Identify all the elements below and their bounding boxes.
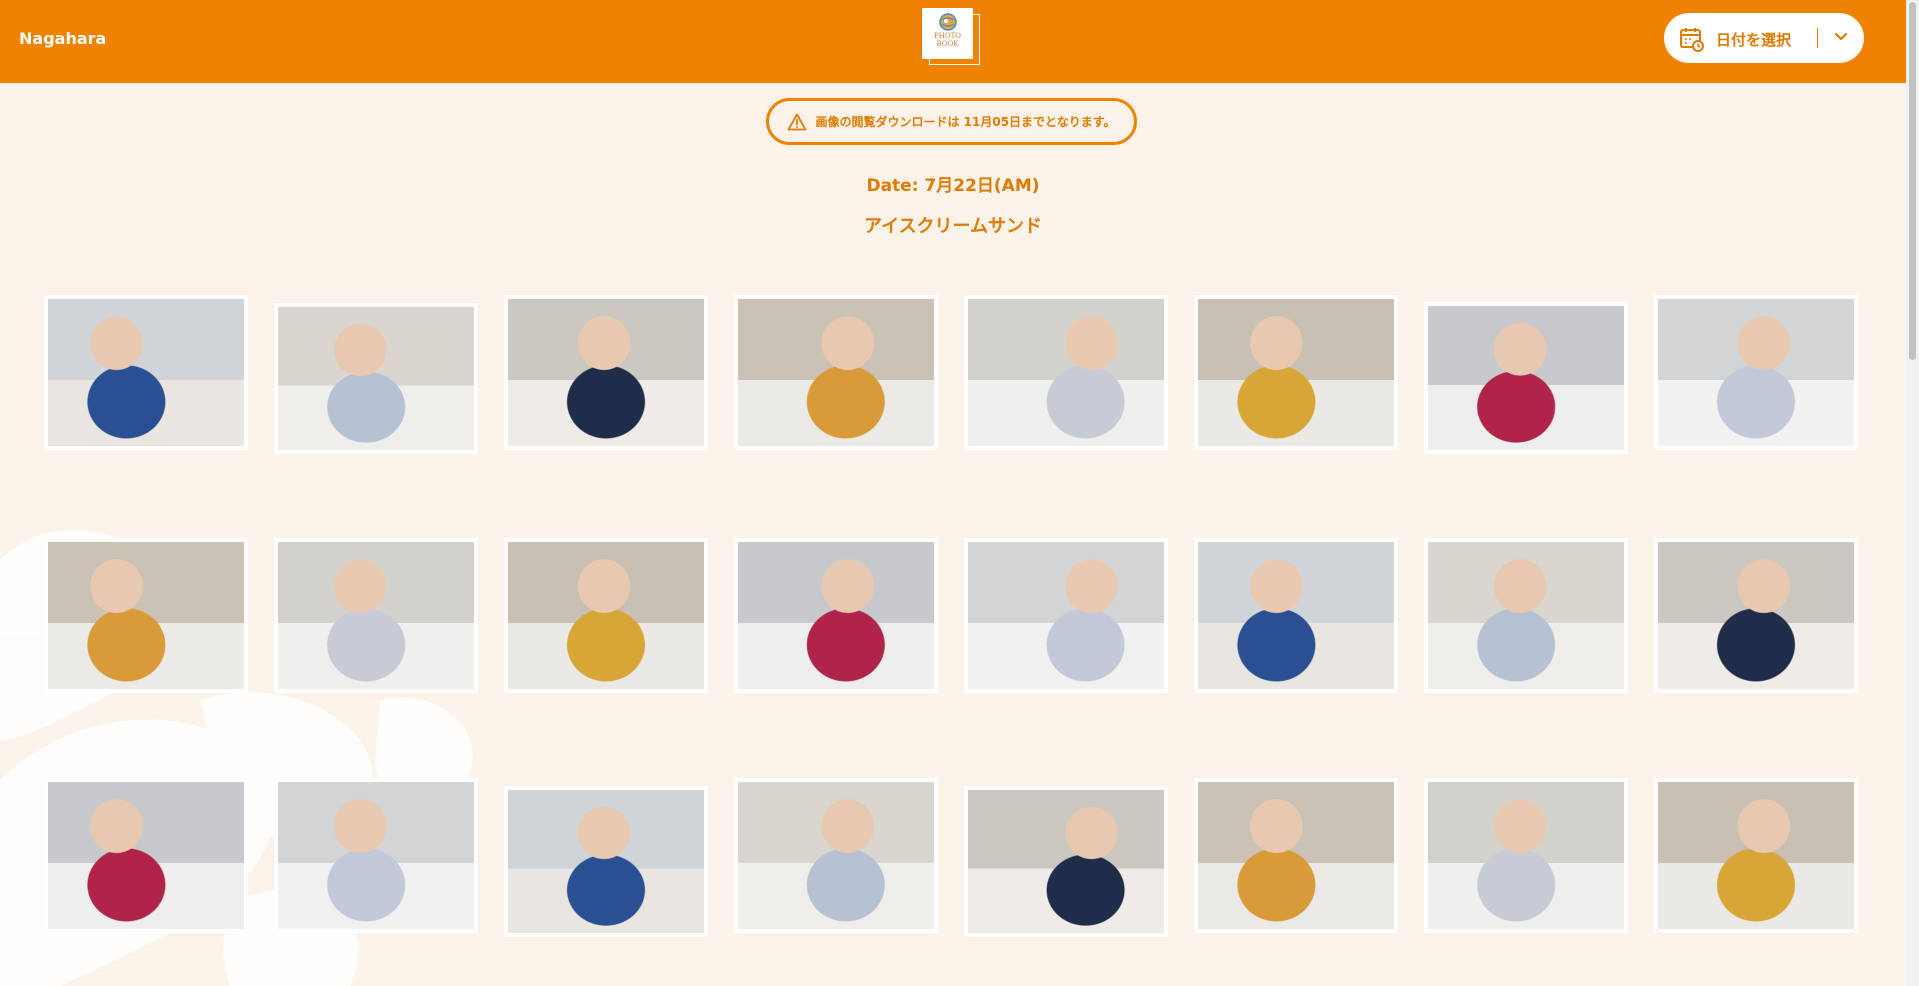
photo-image: [968, 299, 1164, 446]
logo-card: PHOTO BOOK: [922, 8, 973, 59]
photo-image: [968, 790, 1164, 933]
photo-thumbnail[interactable]: [504, 295, 708, 450]
photo-thumbnail[interactable]: [1654, 778, 1858, 933]
photo-image: [1198, 782, 1394, 929]
photo-thumbnail[interactable]: [734, 778, 938, 933]
photo-thumbnail[interactable]: [1424, 538, 1628, 693]
date-select-dropdown[interactable]: 日付を選択: [1664, 13, 1864, 63]
photo-thumbnail[interactable]: [1194, 778, 1398, 933]
photo-image: [1658, 299, 1854, 446]
photo-image: [48, 782, 244, 929]
photo-image: [738, 782, 934, 929]
photo-image: [738, 542, 934, 689]
photo-thumbnail[interactable]: [1194, 295, 1398, 450]
photo-image: [278, 782, 474, 929]
photo-thumbnail[interactable]: [274, 778, 478, 933]
photo-thumbnail[interactable]: [1424, 778, 1628, 933]
photo-image: [1428, 782, 1624, 929]
photo-image: [278, 542, 474, 689]
photo-thumbnail[interactable]: [734, 295, 938, 450]
photo-thumbnail[interactable]: [964, 786, 1168, 937]
photo-thumbnail[interactable]: [504, 786, 708, 937]
chevron-down-icon[interactable]: [1834, 32, 1848, 42]
photo-thumbnail[interactable]: [504, 538, 708, 693]
session-date: Date: 7月22日(AM): [866, 176, 1040, 196]
brand-name: Nagahara: [19, 29, 107, 48]
photo-image: [48, 542, 244, 689]
globe-icon: [938, 13, 957, 31]
photo-image: [278, 307, 474, 450]
photo-thumbnail[interactable]: [1654, 538, 1858, 693]
photo-image: [1428, 542, 1624, 689]
photo-image: [508, 542, 704, 689]
photo-image: [1658, 782, 1854, 929]
photo-image: [968, 542, 1164, 689]
photo-image: [508, 790, 704, 933]
download-deadline-notice: 画像の閲覧ダウンロードは 11月05日までとなります。: [766, 98, 1137, 145]
warning-icon: [788, 113, 807, 130]
top-bar: Nagahara PHOTO BOOK 日付を選択: [0, 0, 1906, 83]
photo-thumbnail[interactable]: [1194, 538, 1398, 693]
photo-thumbnail[interactable]: [44, 538, 248, 693]
logo-text: PHOTO BOOK: [934, 32, 961, 48]
photo-image: [508, 299, 704, 446]
photo-image: [1428, 306, 1624, 450]
photo-thumbnail[interactable]: [1654, 295, 1858, 450]
photo-thumbnail[interactable]: [964, 295, 1168, 450]
date-select-label: 日付を選択: [1716, 31, 1792, 49]
notice-text: 画像の閲覧ダウンロードは 11月05日までとなります。: [815, 115, 1116, 129]
photo-image: [1658, 542, 1854, 689]
scrollbar-thumb[interactable]: [1909, 2, 1916, 360]
photo-thumbnail[interactable]: [274, 538, 478, 693]
photobook-logo[interactable]: PHOTO BOOK: [922, 8, 982, 68]
photo-image: [738, 299, 934, 446]
photo-thumbnail[interactable]: [734, 538, 938, 693]
photo-thumbnail[interactable]: [44, 295, 248, 450]
photo-image: [1198, 299, 1394, 446]
photo-thumbnail[interactable]: [964, 538, 1168, 693]
date-select-divider: [1817, 28, 1818, 48]
photo-image: [1198, 542, 1394, 689]
photo-thumbnail[interactable]: [44, 778, 248, 933]
photo-thumbnail[interactable]: [274, 303, 478, 454]
photo-image: [48, 299, 244, 446]
event-title: アイスクリームサンド: [863, 216, 1043, 237]
photo-thumbnail[interactable]: [1424, 302, 1628, 454]
calendar-icon: [1680, 28, 1704, 52]
